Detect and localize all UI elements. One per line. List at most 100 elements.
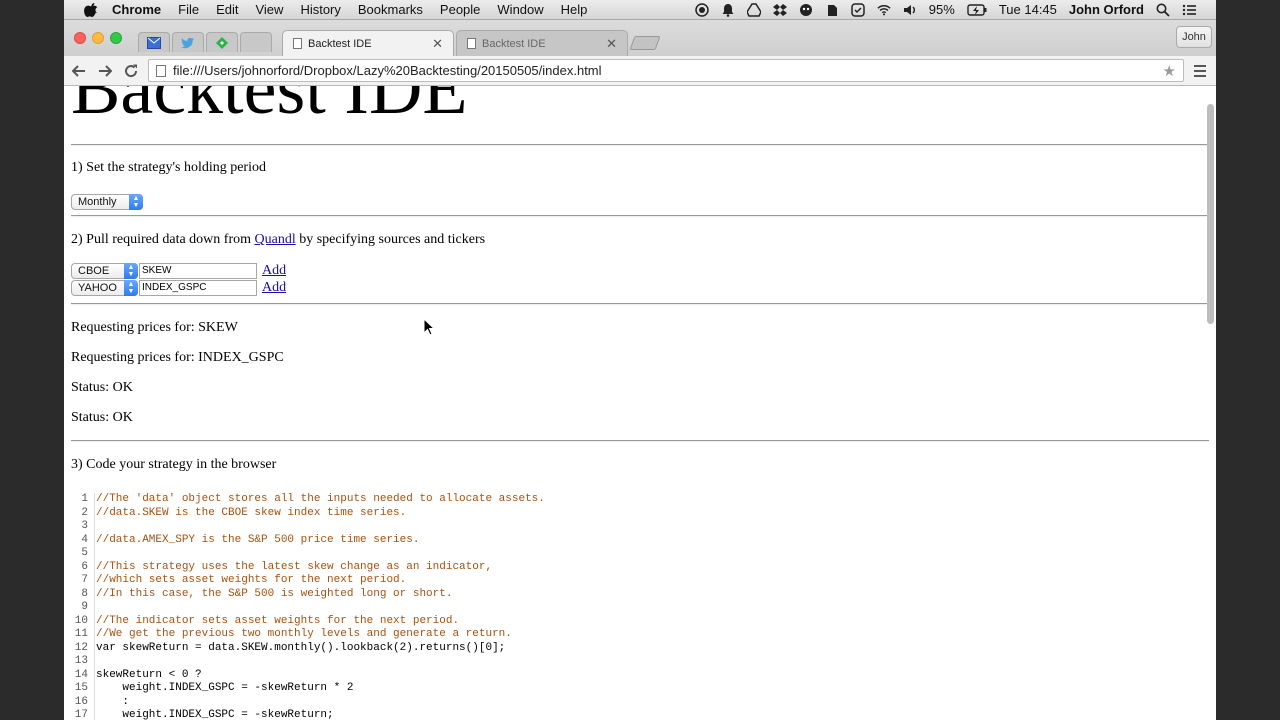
window-zoom-button[interactable] (110, 32, 122, 44)
code-line[interactable]: 8//In this case, the S&P 500 is weighted… (71, 587, 631, 601)
log-line: Requesting prices for: SKEW (71, 320, 238, 335)
line-number: 4 (71, 533, 95, 547)
window-minimize-button[interactable] (92, 32, 104, 44)
pinned-tab-twitter[interactable] (172, 32, 204, 52)
dropbox-icon[interactable] (772, 3, 787, 17)
security-agent-icon[interactable] (799, 3, 813, 17)
arrow-right-icon (99, 64, 112, 77)
code-text: skewReturn < 0 ? (96, 668, 202, 681)
code-line[interactable]: 4//data.AMEX_SPY is the S&P 500 price ti… (71, 533, 631, 547)
code-line[interactable]: 7//which sets asset weights for the next… (71, 574, 631, 588)
forward-button[interactable] (94, 60, 116, 82)
code-line[interactable]: 16 : (71, 695, 631, 709)
line-number: 1 (71, 493, 95, 507)
source-select[interactable]: YAHOO ▲ ▼ (71, 279, 138, 296)
bookmark-star-icon[interactable]: ★ (1163, 62, 1176, 80)
holding-period-select[interactable]: Monthly ▲ ▼ (71, 194, 143, 210)
notification-center-icon[interactable] (1182, 3, 1196, 17)
source-ticker-list: CBOE ▲ ▼ SKEW Add YAHOO ▲ ▼ INDEX_GSPC Add (71, 262, 1209, 296)
step1-heading: 1) Set the strategy's holding period (71, 160, 266, 175)
tab-close-icon[interactable]: ✕ (432, 36, 443, 52)
mac-menubar: Chrome File Edit View History Bookmarks … (64, 0, 1216, 20)
volume-icon[interactable] (903, 3, 917, 17)
select-stepper-icon: ▲ ▼ (129, 194, 143, 210)
record-icon[interactable] (695, 2, 709, 17)
reload-icon (125, 64, 138, 77)
add-ticker-link[interactable]: Add (262, 263, 286, 279)
pinned-tab-mail[interactable] (138, 32, 170, 52)
code-text: //The indicator sets asset weights for t… (96, 614, 460, 627)
code-line[interactable]: 5 (71, 547, 631, 561)
menu-people[interactable]: People (440, 2, 480, 17)
menu-file[interactable]: File (178, 2, 199, 17)
apple-icon[interactable] (84, 2, 98, 17)
menu-view[interactable]: View (255, 2, 283, 17)
tab-close-icon[interactable]: ✕ (606, 36, 617, 52)
section-divider (71, 440, 1209, 442)
window-close-button[interactable] (74, 32, 86, 44)
address-bar[interactable]: file:///Users/johnorford/Dropbox/Lazy%20… (148, 59, 1184, 82)
wifi-icon[interactable] (877, 3, 891, 17)
browser-toolbar: file:///Users/johnorford/Dropbox/Lazy%20… (64, 56, 1216, 86)
tab-backtest-ide-inactive[interactable]: Backtest IDE ✕ (456, 30, 628, 56)
source-row: CBOE ▲ ▼ SKEW Add (71, 262, 1209, 279)
code-line[interactable]: 6//This strategy uses the latest skew ch… (71, 560, 631, 574)
google-drive-icon[interactable] (746, 2, 761, 17)
page-viewport[interactable]: Backtest IDE 1) Set the strategy's holdi… (64, 86, 1216, 720)
code-line[interactable]: 11//We get the previous two monthly leve… (71, 628, 631, 642)
line-number: 12 (71, 641, 95, 655)
code-line[interactable]: 3 (71, 520, 631, 534)
code-line[interactable]: 12 var skewReturn = data.SKEW.monthly().l… (71, 641, 631, 655)
code-editor[interactable]: 1//The 'data' object stores all the inpu… (71, 493, 1209, 720)
code-line[interactable]: 17 weight.INDEX_GSPC = -skewReturn; (71, 709, 631, 720)
clock-check-icon[interactable] (851, 2, 865, 17)
new-tab-button[interactable] (629, 36, 661, 50)
source-select[interactable]: CBOE ▲ ▼ (71, 262, 138, 279)
log-line: Status: OK (71, 410, 133, 425)
tab-backtest-ide-active[interactable]: Backtest IDE ✕ (282, 30, 454, 56)
page-scrollbar[interactable] (1207, 104, 1214, 324)
menubar-user[interactable]: John Orford (1069, 2, 1144, 17)
reload-button[interactable] (120, 60, 142, 82)
menu-window[interactable]: Window (497, 2, 543, 17)
line-number: 13 (71, 655, 95, 669)
code-text: //This strategy uses the latest skew cha… (96, 560, 493, 573)
quandl-link[interactable]: Quandl (255, 232, 296, 247)
pinned-tab-feedly[interactable] (206, 32, 238, 52)
menu-app-chrome[interactable]: Chrome (112, 2, 161, 17)
chrome-menu-button[interactable] (1194, 65, 1206, 80)
code-text: weight.INDEX_GSPC = -skewReturn * 2 (96, 682, 354, 694)
ticker-input[interactable]: SKEW (139, 262, 257, 279)
back-button[interactable] (68, 60, 90, 82)
spotlight-search-icon[interactable] (1156, 3, 1170, 17)
code-line[interactable]: 13 (71, 655, 631, 669)
code-line[interactable]: 10//The indicator sets asset weights for… (71, 614, 631, 628)
menu-history[interactable]: History (300, 2, 340, 17)
menu-bookmarks[interactable]: Bookmarks (358, 2, 423, 17)
notification-bell-icon[interactable] (721, 3, 735, 17)
source-value: CBOE (78, 264, 110, 277)
holding-period-value: Monthly (78, 196, 117, 208)
code-line[interactable]: 2//data.SKEW is the CBOE skew index time… (71, 506, 631, 520)
code-line[interactable]: 9 (71, 601, 631, 615)
code-text: //We get the previous two monthly levels… (96, 628, 512, 640)
code-line[interactable]: 15 weight.INDEX_GSPC = -skewReturn * 2 (71, 682, 631, 696)
page-title: Backtest IDE (71, 86, 468, 130)
evernote-icon[interactable] (825, 3, 839, 17)
tab-strip: Backtest IDE ✕ Backtest IDE ✕ John (64, 20, 1216, 56)
source-value: YAHOO (78, 281, 117, 294)
select-stepper-icon: ▲ ▼ (124, 279, 138, 296)
battery-charging-icon[interactable] (967, 3, 987, 16)
ticker-input[interactable]: INDEX_GSPC (139, 279, 257, 296)
add-ticker-link[interactable]: Add (262, 280, 286, 296)
profile-button[interactable]: John (1176, 26, 1212, 48)
menu-help[interactable]: Help (561, 2, 588, 17)
line-number: 6 (71, 560, 95, 574)
code-line[interactable]: 14 skewReturn < 0 ? (71, 668, 631, 682)
menubar-clock[interactable]: Tue 14:45 (999, 2, 1057, 17)
pinned-tab-blank[interactable] (240, 32, 272, 52)
code-line[interactable]: 1//The 'data' object stores all the inpu… (71, 493, 631, 507)
menu-edit[interactable]: Edit (216, 2, 238, 17)
code-lines: 1//The 'data' object stores all the inpu… (71, 493, 631, 720)
